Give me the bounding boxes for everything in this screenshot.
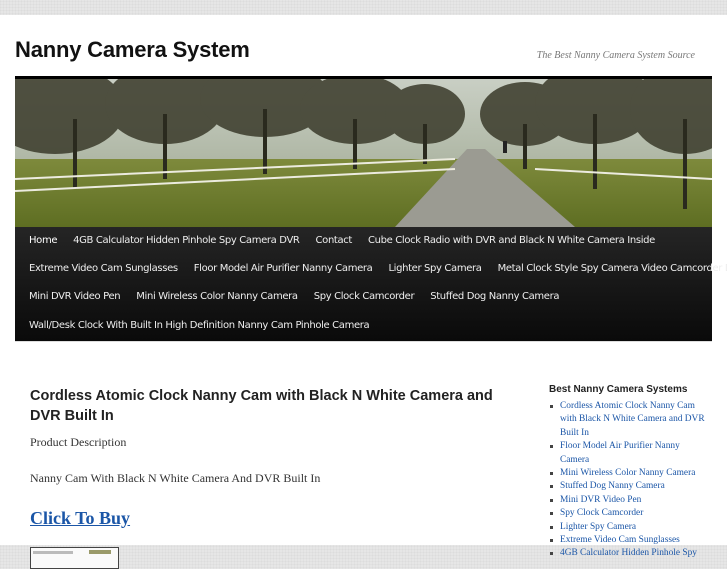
product-description-heading: Product Description <box>30 435 127 449</box>
sidebar-list-item: Floor Model Air Purifier Nanny Camera <box>549 440 709 467</box>
sidebar-link-extreme-sunglasses[interactable]: Extreme Video Cam Sunglasses <box>560 535 680 545</box>
sidebar-list-item: 4GB Calculator Hidden Pinhole Spy <box>549 547 709 560</box>
menu-item-mini-wireless-color[interactable]: Mini Wireless Color Nanny Camera <box>128 283 305 311</box>
menu-item-floor-air-purifier[interactable]: Floor Model Air Purifier Nanny Camera <box>186 255 381 283</box>
sidebar-list-item: Stuffed Dog Nanny Camera <box>549 480 709 493</box>
post-title: Cordless Atomic Clock Nanny Cam with Bla… <box>30 388 493 424</box>
site-title[interactable]: Nanny Camera System <box>15 37 250 63</box>
menu-item-stuffed-dog[interactable]: Stuffed Dog Nanny Camera <box>422 283 567 311</box>
menu-item-contact[interactable]: Contact <box>308 227 360 255</box>
menu-row-1: Home 4GB Calculator Hidden Pinhole Spy C… <box>21 227 663 255</box>
product-image-graphic <box>33 550 111 554</box>
menu-item-mini-dvr-pen[interactable]: Mini DVR Video Pen <box>21 283 128 311</box>
sidebar-widget-list: Cordless Atomic Clock Nanny Cam with Bla… <box>549 400 709 561</box>
main-content: Cordless Atomic Clock Nanny Cam with Bla… <box>15 341 712 569</box>
banner-landscape <box>15 79 712 227</box>
menu-row-3: Mini DVR Video Pen Mini Wireless Color N… <box>21 283 567 311</box>
sidebar-link-cordless-atomic-clock[interactable]: Cordless Atomic Clock Nanny Cam with Bla… <box>560 401 705 438</box>
sidebar-list-item: Lighter Spy Camera <box>549 521 709 534</box>
sidebar-link-lighter-spy-camera[interactable]: Lighter Spy Camera <box>560 522 636 532</box>
sidebar-list-item: Extreme Video Cam Sunglasses <box>549 534 709 547</box>
sidebar-list-item: Mini DVR Video Pen <box>549 494 709 507</box>
page: Nanny Camera System The Best Nanny Camer… <box>0 15 727 569</box>
menu-item-cube-clock-radio[interactable]: Cube Clock Radio with DVR and Black N Wh… <box>360 227 663 255</box>
sidebar-link-spy-clock-camcorder[interactable]: Spy Clock Camcorder <box>560 508 643 518</box>
product-description-text: Nanny Cam With Black N White Camera And … <box>30 471 321 485</box>
sidebar-link-stuffed-dog[interactable]: Stuffed Dog Nanny Camera <box>560 481 665 491</box>
site-tagline: The Best Nanny Camera System Source <box>536 50 695 61</box>
sidebar-link-mini-dvr-pen[interactable]: Mini DVR Video Pen <box>560 495 641 505</box>
sidebar-link-4gb-calculator[interactable]: 4GB Calculator Hidden Pinhole Spy <box>560 548 697 558</box>
menu-row-4: Wall/Desk Clock With Built In High Defin… <box>21 312 377 340</box>
menu-item-lighter-spy-camera[interactable]: Lighter Spy Camera <box>380 255 489 283</box>
menu-item-metal-clock-spy[interactable]: Metal Clock Style Spy Camera Video Camco… <box>490 255 727 283</box>
header-banner-image <box>15 79 712 227</box>
menu-item-spy-clock-camcorder[interactable]: Spy Clock Camcorder <box>306 283 423 311</box>
sidebar-widget-title: Best Nanny Camera Systems <box>549 384 688 395</box>
product-image[interactable] <box>30 547 119 569</box>
sidebar-list-item: Mini Wireless Color Nanny Camera <box>549 467 709 480</box>
sidebar-list-item: Spy Clock Camcorder <box>549 507 709 520</box>
main-navigation: Home 4GB Calculator Hidden Pinhole Spy C… <box>15 227 727 341</box>
sidebar-link-floor-air-purifier[interactable]: Floor Model Air Purifier Nanny Camera <box>560 441 680 464</box>
menu-item-home[interactable]: Home <box>21 227 65 255</box>
menu-item-wall-desk-clock[interactable]: Wall/Desk Clock With Built In High Defin… <box>21 312 377 340</box>
menu-item-4gb-calculator[interactable]: 4GB Calculator Hidden Pinhole Spy Camera… <box>65 227 307 255</box>
sidebar-link-mini-wireless-color[interactable]: Mini Wireless Color Nanny Camera <box>560 468 695 478</box>
click-to-buy-link[interactable]: Click To Buy <box>30 508 130 529</box>
sidebar-list-item: Cordless Atomic Clock Nanny Cam with Bla… <box>549 400 709 440</box>
menu-item-extreme-video-sunglasses[interactable]: Extreme Video Cam Sunglasses <box>21 255 186 283</box>
menu-row-2: Extreme Video Cam Sunglasses Floor Model… <box>21 255 727 283</box>
